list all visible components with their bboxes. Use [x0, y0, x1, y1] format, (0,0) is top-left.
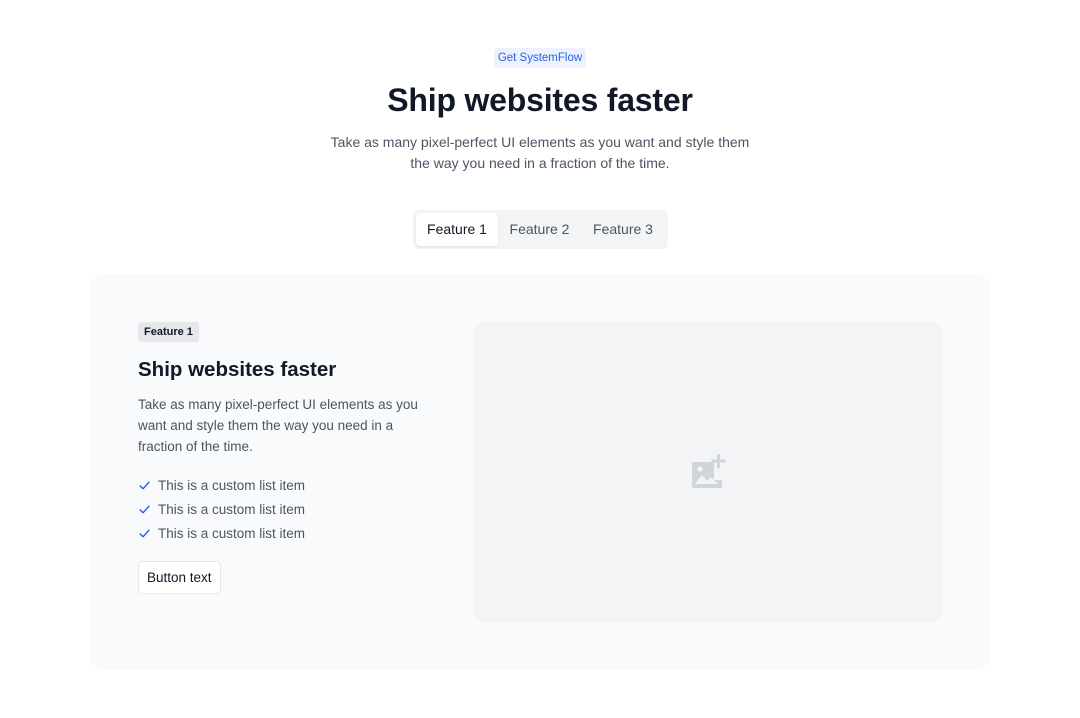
cta-button[interactable]: Button text [138, 561, 221, 594]
list-item: This is a custom list item [138, 497, 305, 521]
list-item: This is a custom list item [138, 521, 305, 545]
list-item: This is a custom list item [138, 473, 305, 497]
list-item-label: This is a custom list item [158, 477, 306, 493]
feature-tabs: Feature 1 Feature 2 Feature 3 [413, 210, 668, 249]
list-item-label: This is a custom list item [158, 501, 306, 517]
tab-feature-2[interactable]: Feature 2 [498, 213, 581, 246]
check-icon [139, 529, 150, 537]
feature-badge: Feature 1 [138, 322, 199, 342]
feature-title: Ship websites faster [138, 358, 337, 381]
check-icon [139, 481, 150, 489]
check-icon [139, 505, 150, 513]
list-item-label: This is a custom list item [158, 525, 306, 541]
feature-panel: Feature 1 Ship websites faster Take as m… [90, 274, 990, 670]
page-title: Ship websites faster [387, 82, 693, 118]
tab-feature-3[interactable]: Feature 3 [581, 213, 665, 246]
add-photo-icon [691, 454, 725, 488]
feature-description: Take as many pixel-perfect UI elements a… [138, 397, 418, 454]
tab-feature-1[interactable]: Feature 1 [416, 213, 498, 246]
eyebrow-badge: Get SystemFlow [494, 48, 586, 68]
feature-list: This is a custom list item This is a cus… [138, 473, 305, 545]
page-subtitle: Take as many pixel-perfect UI elements a… [330, 134, 750, 171]
image-placeholder [473, 322, 942, 622]
